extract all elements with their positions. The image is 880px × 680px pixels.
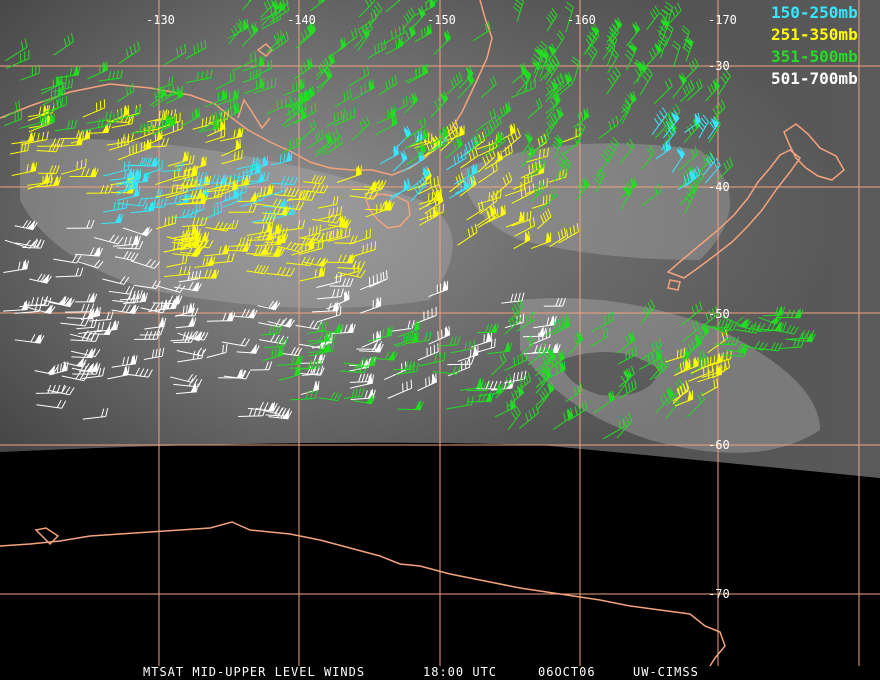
map-canvas: -130 -140 -150 -160 -170 -30 -40 -50 -60… — [0, 0, 880, 679]
footer: MTSAT MID-UPPER LEVEL WINDS 18:00 UTC 06… — [143, 665, 699, 679]
lon-label: -130 — [146, 13, 175, 27]
lat-label: -30 — [708, 59, 730, 73]
footer-source: UW-CIMSS — [633, 665, 699, 679]
lat-label: -40 — [708, 180, 730, 194]
lat-label: -50 — [708, 307, 730, 321]
footer-time: 18:00 UTC — [423, 665, 497, 679]
footer-product: MTSAT MID-UPPER LEVEL WINDS — [143, 665, 365, 679]
lat-label: -70 — [708, 587, 730, 601]
satellite-wind-map: -130 -140 -150 -160 -170 -30 -40 -50 -60… — [0, 0, 880, 680]
legend-item-150-250: 150-250mb — [771, 3, 858, 22]
legend-item-501-700: 501-700mb — [771, 69, 858, 88]
lat-label: -60 — [708, 438, 730, 452]
lon-label: -160 — [567, 13, 596, 27]
legend-item-251-350: 251-350mb — [771, 25, 858, 44]
footer-date: 06OCT06 — [538, 665, 596, 679]
lon-label: -150 — [427, 13, 456, 27]
lon-label: -170 — [708, 13, 737, 27]
legend-item-351-500: 351-500mb — [771, 47, 858, 66]
lon-label: -140 — [287, 13, 316, 27]
